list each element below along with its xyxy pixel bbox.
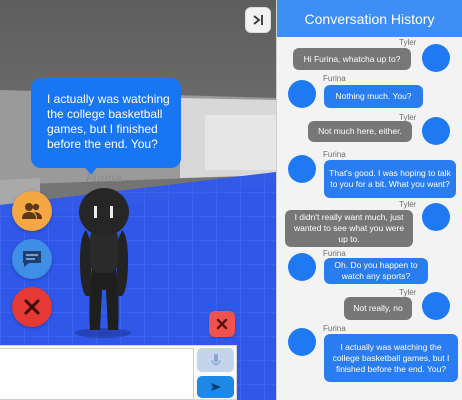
tyler-avatar <box>422 203 450 231</box>
speech-text: I actually was watching the college bask… <box>47 92 170 151</box>
conversation-history-panel: Conversation History Tyler Hi Furina, wh… <box>276 0 462 400</box>
message-sender: Furina <box>323 74 346 83</box>
message-bubble: I actually was watching the college bask… <box>324 334 458 382</box>
tyler-avatar <box>422 292 450 320</box>
tyler-avatar <box>422 44 450 72</box>
collapse-panel-button[interactable] <box>245 7 271 33</box>
send-button[interactable] <box>197 376 234 398</box>
furina-avatar <box>288 328 316 356</box>
close-icon <box>24 299 40 315</box>
character-speech-bubble: I actually was watching the college bask… <box>31 78 181 168</box>
end-conversation-button[interactable] <box>12 287 52 327</box>
chat-icon <box>23 251 41 267</box>
message-bubble: Nothing much. You? <box>324 85 423 108</box>
character-nametag: Furina <box>86 171 122 185</box>
furina-avatar <box>288 155 316 183</box>
close-input-button[interactable] <box>209 311 235 337</box>
history-title: Conversation History <box>277 0 462 37</box>
message-bubble: I didn't really want much, just wanted t… <box>285 210 413 247</box>
chat-history-button[interactable] <box>12 239 52 279</box>
message-bubble: Not really, no <box>344 297 412 320</box>
message-sender: Tyler <box>399 38 417 47</box>
collapse-right-icon <box>253 15 263 25</box>
characters-button[interactable] <box>12 191 52 231</box>
message-bubble: That's good. I was hoping to talk to you… <box>324 160 456 198</box>
message-bubble: Hi Furina, whatcha up to? <box>293 48 411 70</box>
furina-avatar <box>288 253 316 281</box>
message-bubble: Not much here, either. <box>308 121 412 142</box>
close-icon <box>216 318 228 330</box>
microphone-icon <box>210 354 221 366</box>
message-sender: Furina <box>323 249 346 258</box>
message-bubble: Oh. Do you happen to watch any sports? <box>324 258 428 284</box>
furina-avatar <box>288 80 316 108</box>
tyler-avatar <box>422 117 450 145</box>
message-input[interactable] <box>0 348 194 400</box>
message-sender: Tyler <box>399 200 417 209</box>
microphone-button[interactable] <box>197 348 234 372</box>
message-sender: Tyler <box>399 288 417 297</box>
message-sender: Furina <box>323 324 346 333</box>
users-icon <box>22 203 42 219</box>
send-icon <box>210 383 221 391</box>
message-sender: Furina <box>323 150 346 159</box>
game-viewport: I actually was watching the college bask… <box>0 0 276 400</box>
